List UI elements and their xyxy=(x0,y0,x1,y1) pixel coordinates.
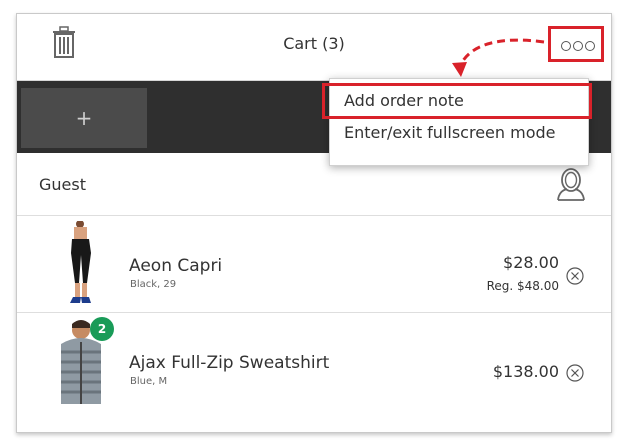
cart-item[interactable]: Aeon Capri Black, 29 $28.00 Reg. $48.00 xyxy=(17,216,611,313)
product-regular-price: Reg. $48.00 xyxy=(486,279,559,293)
remove-item-icon[interactable] xyxy=(566,267,584,285)
product-name: Ajax Full-Zip Sweatshirt xyxy=(129,353,330,373)
cart-item[interactable]: 2 Ajax Full-Zip Sweatshirt Blue, M $138.… xyxy=(17,313,611,409)
remove-item-icon[interactable] xyxy=(566,364,584,382)
quantity-badge: 2 xyxy=(90,317,114,341)
menu-item-label: Enter/exit fullscreen mode xyxy=(344,123,556,142)
customer-name: Guest xyxy=(39,175,86,194)
user-icon[interactable] xyxy=(555,167,587,201)
product-price: $138.00 xyxy=(492,362,559,381)
more-options-menu: Add order note Enter/exit fullscreen mod… xyxy=(322,78,592,166)
product-name: Aeon Capri xyxy=(129,256,223,276)
more-options-icon[interactable] xyxy=(548,26,604,62)
product-options: Black, 29 xyxy=(130,279,177,290)
cart-panel: Cart (3) + Guest Aeon Capri Black, 29 $2… xyxy=(16,13,612,433)
more-dot-3 xyxy=(585,41,595,51)
menu-item-label: Add order note xyxy=(344,91,464,110)
more-dot-2 xyxy=(573,41,583,51)
product-price: $28.00 xyxy=(503,253,559,272)
product-options: Blue, M xyxy=(130,376,168,387)
add-cart-tab-button[interactable]: + xyxy=(21,88,147,148)
cart-header: Cart (3) xyxy=(17,14,611,81)
more-dot-1 xyxy=(561,41,571,51)
menu-item-add-order-note[interactable]: Add order note xyxy=(322,83,592,119)
product-thumbnail xyxy=(70,221,91,303)
menu-item-fullscreen[interactable]: Enter/exit fullscreen mode xyxy=(330,115,588,151)
cart-title: Cart (3) xyxy=(283,34,345,53)
